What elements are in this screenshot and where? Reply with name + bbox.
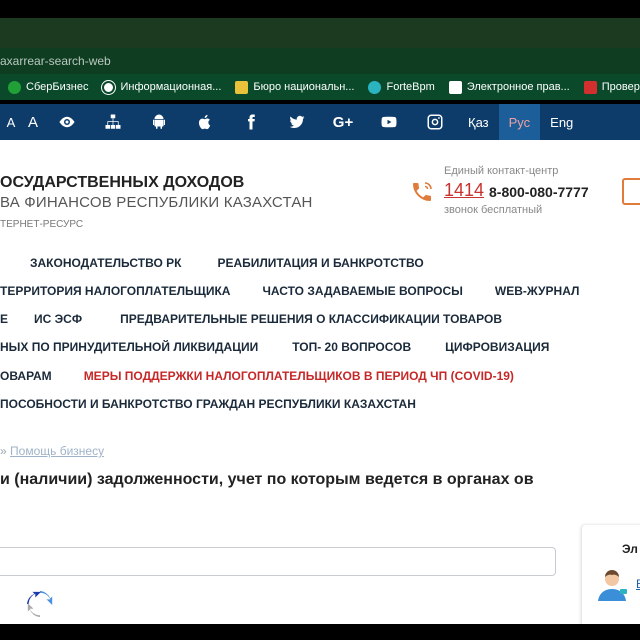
menu-item-rehabilitation[interactable]: РЕАБИЛИТАЦИЯ И БАНКРОТСТВО bbox=[217, 256, 423, 270]
sber-icon bbox=[8, 80, 21, 94]
page-title: и (наличии) задолженности, учет по котор… bbox=[0, 471, 534, 488]
menu-item-legislation[interactable]: ЗАКОНОДАТЕЛЬСТВО РК bbox=[30, 256, 181, 270]
phone-number[interactable]: 8-800-080-7777 bbox=[489, 184, 589, 200]
bookmark-label: Информационная... bbox=[120, 81, 222, 93]
menu-item-liquidation[interactable]: НЫХ ПО ПРИНУДИТЕЛЬНОЙ ЛИКВИДАЦИИ bbox=[0, 340, 258, 354]
googleplus-label: G+ bbox=[332, 113, 354, 131]
menu-item-classification[interactable]: ПРЕДВАРИТЕЛЬНЫЕ РЕШЕНИЯ О КЛАССИФИКАЦИИ … bbox=[120, 312, 502, 326]
lang-eng[interactable]: Eng bbox=[540, 104, 583, 140]
bookmark-check[interactable]: Проверка конт bbox=[583, 80, 640, 94]
browser-tabstrip bbox=[0, 18, 640, 48]
globe-icon bbox=[102, 80, 116, 94]
instagram-icon[interactable] bbox=[412, 104, 458, 140]
phone-icon bbox=[413, 182, 432, 201]
font-small-label: А bbox=[6, 114, 16, 130]
bookmark-sberbusiness[interactable]: СберБизнес bbox=[8, 80, 89, 94]
bureau-icon bbox=[235, 80, 249, 94]
site-toolbar: А А G+ Қаз Рус Eng bbox=[0, 104, 640, 140]
menu-item-covid-support[interactable]: МЕРЫ ПОДДЕРЖКИ НАЛОГОПЛАТЕЛЬЩИКОВ В ПЕРИ… bbox=[84, 369, 514, 383]
breadcrumb-link-business-help[interactable]: Помощь бизнесу bbox=[10, 444, 104, 458]
lang-rus[interactable]: Рус bbox=[498, 104, 541, 140]
address-bar[interactable]: axarrear-search-web bbox=[0, 48, 640, 74]
lang-kaz-label: Қаз bbox=[468, 114, 489, 130]
check-icon bbox=[583, 80, 597, 94]
lang-eng-label: Eng bbox=[550, 114, 574, 130]
apple-icon[interactable] bbox=[182, 104, 228, 140]
facebook-icon[interactable] bbox=[228, 104, 274, 140]
menu-row-3: Е ИС ЭСФ ПРЕДВАРИТЕЛЬНЫЕ РЕШЕНИЯ О КЛАСС… bbox=[0, 312, 502, 326]
menu-item-bankruptcy-citizens[interactable]: ПОСОБНОСТИ И БАНКРОТСТВО ГРАЖДАН РЕСПУБЛ… bbox=[0, 397, 416, 411]
bookmark-bureau[interactable]: Бюро национальн... bbox=[235, 80, 355, 94]
menu-item-top20[interactable]: ТОП- 20 ВОПРОСОВ bbox=[292, 340, 411, 354]
menu-item-is-esf[interactable]: ИС ЭСФ bbox=[34, 312, 82, 326]
menu-item-partial[interactable]: Е bbox=[0, 312, 8, 326]
googleplus-icon[interactable]: G+ bbox=[320, 104, 366, 140]
sitemap-icon[interactable] bbox=[90, 104, 136, 140]
twitter-icon[interactable] bbox=[274, 104, 320, 140]
menu-row-5: ОВАРАМ МЕРЫ ПОДДЕРЖКИ НАЛОГОПЛАТЕЛЬЩИКОВ… bbox=[0, 369, 514, 383]
youtube-icon[interactable] bbox=[366, 104, 412, 140]
bookmark-label: СберБизнес bbox=[26, 81, 89, 93]
android-icon[interactable] bbox=[136, 104, 182, 140]
recaptcha-icon[interactable] bbox=[25, 589, 55, 619]
free-call-label: звонок бесплатный bbox=[444, 204, 543, 216]
menu-item-taxpayer-territory[interactable]: ТЕРРИТОРИЯ НАЛОГОПЛАТЕЛЬЩИКА bbox=[0, 284, 230, 298]
org-subtitle: ВА ФИНАНСОВ РЕСПУБЛИКИ КАЗАХСТАН bbox=[0, 194, 313, 211]
menu-item-digitalization[interactable]: ЦИФРОВИЗАЦИЯ bbox=[445, 340, 549, 354]
menu-row-1: ЗАКОНОДАТЕЛЬСТВО РК РЕАБИЛИТАЦИЯ И БАНКР… bbox=[0, 256, 424, 270]
consultant-avatar-icon bbox=[598, 570, 627, 601]
menu-item-web-journal[interactable]: WEB-ЖУРНАЛ bbox=[495, 284, 580, 298]
font-increase-button[interactable]: А bbox=[22, 104, 44, 140]
screen-top-border bbox=[0, 0, 640, 18]
egov-icon bbox=[448, 80, 462, 94]
menu-item-faq[interactable]: ЧАСТО ЗАДАВАЕМЫЕ ВОПРОСЫ bbox=[262, 284, 462, 298]
address-url: axarrear-search-web bbox=[0, 54, 111, 68]
org-title[interactable]: ОСУДАРСТВЕННЫХ ДОХОДОВ bbox=[0, 174, 244, 192]
bookmark-label: Проверка конт bbox=[601, 81, 640, 93]
breadcrumb-separator: » bbox=[0, 444, 7, 458]
lang-kaz[interactable]: Қаз bbox=[458, 104, 499, 140]
screen-bottom-border bbox=[0, 624, 640, 640]
contact-center-label: Единый контакт-центр bbox=[444, 165, 559, 177]
search-input[interactable] bbox=[0, 547, 556, 576]
bookmarks-bar: СберБизнес Информационная... Бюро национ… bbox=[0, 74, 640, 100]
org-resource-label: ТЕРНЕТ-РЕСУРС bbox=[0, 219, 84, 230]
short-number-link[interactable]: 1414 bbox=[444, 180, 484, 201]
page-content: ОСУДАРСТВЕННЫХ ДОХОДОВ ВА ФИНАНСОВ РЕСПУ… bbox=[0, 140, 640, 624]
breadcrumb: » Помощь бизнесу bbox=[0, 444, 104, 458]
bookmark-label: Электронное прав... bbox=[466, 81, 570, 93]
menu-item-goods[interactable]: ОВАРАМ bbox=[0, 369, 52, 383]
side-panel-link[interactable]: Е bbox=[636, 577, 640, 591]
menu-row-4: НЫХ ПО ПРИНУДИТЕЛЬНОЙ ЛИКВИДАЦИИ ТОП- 20… bbox=[0, 340, 549, 354]
menu-row-2: ТЕРРИТОРИЯ НАЛОГОПЛАТЕЛЬЩИКА ЧАСТО ЗАДАВ… bbox=[0, 284, 579, 298]
bookmark-label: ForteBpm bbox=[386, 81, 435, 93]
lang-rus-label: Рус bbox=[508, 114, 531, 130]
eye-icon[interactable] bbox=[44, 104, 90, 140]
bookmark-label: Бюро национальн... bbox=[253, 81, 355, 93]
bookmark-egov[interactable]: Электронное прав... bbox=[448, 80, 570, 94]
header-action-button[interactable] bbox=[622, 178, 640, 205]
bookmark-fortebpm[interactable]: ForteBpm bbox=[368, 80, 435, 94]
font-large-label: А bbox=[27, 113, 38, 131]
menu-row-6: ПОСОБНОСТИ И БАНКРОТСТВО ГРАЖДАН РЕСПУБЛ… bbox=[0, 397, 416, 411]
side-panel: Эл Е bbox=[582, 525, 640, 624]
side-panel-title: Эл bbox=[622, 542, 638, 556]
bookmark-info[interactable]: Информационная... bbox=[102, 80, 222, 94]
font-decrease-button[interactable]: А bbox=[0, 104, 22, 140]
forte-icon bbox=[368, 80, 382, 94]
